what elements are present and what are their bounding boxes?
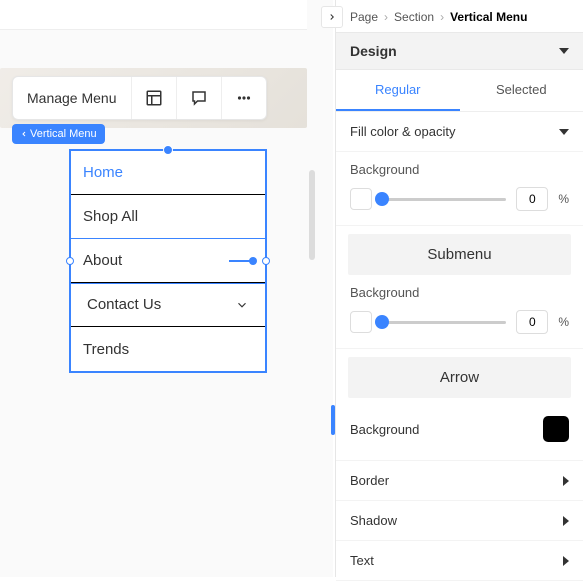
menu-item-about[interactable]: About [71, 239, 265, 283]
breadcrumb-current: Vertical Menu [450, 10, 527, 24]
breadcrumb-section[interactable]: Section [394, 10, 434, 24]
floating-toolbar: Manage Menu [12, 76, 267, 120]
opacity-slider[interactable] [382, 198, 506, 201]
menu-item-label: Trends [83, 341, 129, 358]
prop-label: Border [350, 473, 389, 488]
menu-item-label: About [83, 252, 122, 269]
caret-right-icon [563, 516, 569, 526]
prop-label: Background [350, 422, 419, 437]
comment-button[interactable] [177, 77, 221, 119]
more-horizontal-icon [235, 89, 253, 107]
menu-item-shop-all[interactable]: Shop All [71, 195, 265, 239]
manage-menu-button[interactable]: Manage Menu [13, 77, 131, 119]
chevron-right-icon [327, 12, 337, 22]
design-section-header[interactable]: Design [336, 32, 583, 70]
menu-item-home[interactable]: Home [71, 151, 265, 195]
fill-opacity-row[interactable]: Fill color & opacity [336, 112, 583, 152]
submenu-background-block: Background % [336, 275, 583, 349]
menu-item-label: Contact Us [87, 296, 161, 313]
vertical-menu-component[interactable]: Home Shop All About Contact Us Trends [70, 150, 266, 372]
prop-label: Fill color & opacity [350, 124, 455, 139]
caret-right-icon [563, 476, 569, 486]
opacity-input[interactable] [516, 187, 548, 211]
selection-badge[interactable]: Vertical Menu [12, 124, 105, 144]
menu-item-label: Home [83, 164, 123, 181]
percent-label: % [558, 192, 569, 206]
badge-label: Vertical Menu [30, 128, 97, 140]
state-tabs: Regular Selected [336, 70, 583, 112]
color-swatch-black[interactable] [543, 416, 569, 442]
panel-collapse-button[interactable] [321, 6, 343, 28]
chevron-right-icon: › [440, 10, 444, 24]
menu-subitem-contact-us[interactable]: Contact Us [71, 283, 265, 327]
opacity-input[interactable] [516, 310, 548, 334]
arrow-section-title: Arrow [348, 357, 571, 398]
tab-selected[interactable]: Selected [460, 70, 583, 111]
inspector-panel: Page › Section › Vertical Menu Design Re… [335, 0, 583, 577]
breadcrumb: Page › Section › Vertical Menu [336, 0, 583, 32]
chevron-right-icon: › [384, 10, 388, 24]
slider-thumb[interactable] [375, 315, 389, 329]
arrow-background-row[interactable]: Background [336, 398, 583, 461]
caret-down-icon [559, 129, 569, 135]
layout-button[interactable] [132, 77, 176, 119]
comment-icon [190, 89, 208, 107]
breadcrumb-page[interactable]: Page [350, 10, 378, 24]
shadow-row[interactable]: Shadow [336, 501, 583, 541]
color-swatch[interactable] [350, 311, 372, 333]
color-swatch[interactable] [350, 188, 372, 210]
panel-resize-handle[interactable] [331, 405, 335, 435]
background-label: Background [350, 285, 569, 300]
more-button[interactable] [222, 77, 266, 119]
prop-label: Shadow [350, 513, 397, 528]
section-title: Design [350, 43, 397, 59]
background-block: Background % [336, 152, 583, 226]
menu-item-label: Shop All [83, 208, 138, 225]
layout-icon [145, 89, 163, 107]
percent-label: % [558, 315, 569, 329]
menu-item-trends[interactable]: Trends [71, 327, 265, 371]
row-indicator [229, 260, 253, 262]
chevron-left-icon [20, 130, 28, 138]
row-handle-right[interactable] [262, 257, 270, 265]
background-label: Background [350, 162, 569, 177]
canvas-area: Manage Menu Vertical Menu Home Shop All … [0, 0, 333, 577]
caret-down-icon [559, 48, 569, 54]
opacity-slider[interactable] [382, 321, 506, 324]
prop-label: Text [350, 553, 374, 568]
row-handle-left[interactable] [66, 257, 74, 265]
border-row[interactable]: Border [336, 461, 583, 501]
tab-regular[interactable]: Regular [336, 70, 460, 111]
canvas-scrollbar[interactable] [309, 170, 315, 260]
canvas-top-bar [0, 0, 307, 30]
text-row[interactable]: Text [336, 541, 583, 581]
caret-right-icon [563, 556, 569, 566]
slider-thumb[interactable] [375, 192, 389, 206]
chevron-down-icon [235, 298, 249, 312]
submenu-section-title: Submenu [348, 234, 571, 275]
